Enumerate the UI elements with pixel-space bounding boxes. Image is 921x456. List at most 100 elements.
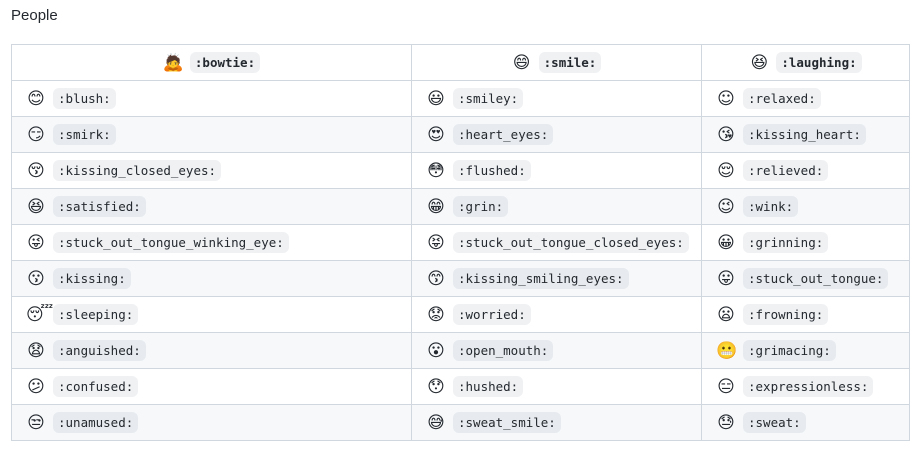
table-header-cell: 😆 :laughing: (701, 44, 910, 81)
emoji-icon: 😗 (27, 268, 45, 289)
table-row: 😊 :blush: 😃 :smiley: ☺ :relaxed: (11, 80, 910, 117)
table-cell: 😁:grin: (411, 188, 702, 225)
emoji-code: :sweat_smile: (453, 412, 561, 433)
emoji-code: :unamused: (53, 412, 139, 433)
table-cell: 😊 :blush: (11, 80, 412, 117)
table-header-cell: 😄 :smile: (411, 44, 702, 81)
emoji-code: :relieved: (743, 160, 829, 181)
emoji-code: :kissing_heart: (743, 124, 866, 145)
table-cell: 😚 :kissing_closed_eyes: (11, 152, 412, 189)
emoji-code: :smiley: (453, 88, 524, 109)
emoji-code: :kissing: (53, 268, 131, 289)
emoji-icon: 😟 (427, 304, 445, 325)
emoji-icon: 😮 (427, 340, 445, 361)
emoji-icon: 😏 (27, 124, 45, 145)
table-cell: 😒 :unamused: (11, 404, 412, 441)
table-row: 😏 :smirk: 😍 :heart_eyes: 😘 :kissing_heart: (11, 116, 910, 153)
table-cell: 😘 :kissing_heart: (701, 116, 910, 153)
table-cell: 😬:grimacing: (701, 332, 910, 369)
emoji-icon: 😊 (27, 88, 45, 109)
table-cell: 😉:wink: (701, 188, 910, 225)
table-cell: 😜 :stuck_out_tongue_winking_eye: (11, 224, 412, 261)
emoji-icon: 😦 (717, 304, 735, 325)
emoji-icon: 😳 (427, 160, 445, 181)
page-title: People (11, 7, 58, 24)
emoji-icon: 😉 (717, 196, 735, 217)
emoji-code: :bowtie: (189, 52, 261, 73)
emoji-icon: 😯 (427, 376, 445, 397)
table-cell: 😯 :hushed: (411, 368, 702, 405)
emoji-code: :confused: (53, 376, 139, 397)
table-row: 😒 :unamused: 😅 :sweat_smile: 😓 :sweat: (11, 404, 910, 441)
laughing-emoji-icon: 😆 (750, 52, 769, 73)
table-cell: 😟 :worried: (411, 296, 702, 333)
emoji-icon: 😘 (717, 124, 735, 145)
table-header-cell: 🙇 :bowtie: (11, 44, 412, 81)
emoji-icon: 😬 (716, 340, 738, 361)
table-cell: 😓 :sweat: (701, 404, 910, 441)
emoji-icon: 😛 (717, 268, 735, 289)
emoji-code: :stuck_out_tongue_closed_eyes: (453, 232, 689, 253)
table-cell: 😮 :open_mouth: (411, 332, 702, 369)
emoji-code: :blush: (53, 88, 116, 109)
emoji-code: :grinning: (743, 232, 829, 253)
emoji-icon: 😜 (27, 232, 45, 253)
emoji-code: :smile: (538, 52, 602, 73)
table-body: 😊 :blush: 😃 :smiley: ☺ :relaxed: 😏 :smirk: 😍 :hea… (11, 80, 910, 441)
table-cell: 😌 :relieved: (701, 152, 910, 189)
table-row: 😆 :satisfied: 😁:grin: 😉:wink: (11, 188, 910, 225)
emoji-icon: 😧 (27, 340, 45, 361)
emoji-code: :flushed: (453, 160, 531, 181)
table-cell: 😛 :stuck_out_tongue: (701, 260, 910, 297)
table-cell: 😧:anguished: (11, 332, 412, 369)
table-cell: 😃 :smiley: (411, 80, 702, 117)
emoji-icon: 😝 (427, 232, 445, 253)
emoji-code: :grimacing: (743, 340, 836, 361)
table-cell: 😦:frowning: (701, 296, 910, 333)
table-cell: 😙 :kissing_smiling_eyes: (411, 260, 702, 297)
emoji-code: :kissing_closed_eyes: (53, 160, 222, 181)
table-cell: 😀 :grinning: (701, 224, 910, 261)
emoji-icon: 😓 (717, 412, 735, 433)
emoji-icon: 😒 (27, 412, 45, 433)
emoji-code: :relaxed: (743, 88, 821, 109)
table-row: 😚 :kissing_closed_eyes: 😳 :flushed: 😌 :reliev… (11, 152, 910, 189)
emoji-icon: 😴 (26, 304, 54, 325)
bowtie-emoji-icon: 🙇 (162, 52, 185, 73)
emoji-code: :hushed: (453, 376, 524, 397)
emoji-icon: 😀 (717, 232, 735, 253)
emoji-table: 🙇 :bowtie: 😄 :smile: 😆 :laughing: 😊 :blus… (11, 44, 910, 441)
emoji-icon: 😍 (427, 124, 445, 145)
table-cell: 😍 :heart_eyes: (411, 116, 702, 153)
table-row: 😜 :stuck_out_tongue_winking_eye: 😝 :stuck_o… (11, 224, 910, 261)
table-cell: 😝 :stuck_out_tongue_closed_eyes: (411, 224, 702, 261)
smile-emoji-icon: 😄 (512, 52, 531, 73)
emoji-code: :kissing_smiling_eyes: (453, 268, 629, 289)
table-cell: 😗 :kissing: (11, 260, 412, 297)
emoji-icon: 😚 (27, 160, 45, 181)
emoji-code: :stuck_out_tongue: (743, 268, 889, 289)
emoji-code: :worried: (453, 304, 531, 325)
table-cell: 😳 :flushed: (411, 152, 702, 189)
emoji-icon: 😑 (717, 376, 735, 397)
table-cell: 😅 :sweat_smile: (411, 404, 702, 441)
emoji-code: :stuck_out_tongue_winking_eye: (53, 232, 289, 253)
emoji-icon: ☺ (717, 88, 735, 109)
emoji-code: :open_mouth: (453, 340, 554, 361)
emoji-icon: 😃 (427, 88, 445, 109)
table-cell: 😴:sleeping: (11, 296, 412, 333)
emoji-code: :sleeping: (53, 304, 139, 325)
table-row: 😗 :kissing: 😙 :kissing_smiling_eyes: 😛 :stuck… (11, 260, 910, 297)
emoji-icon: 😅 (427, 412, 445, 433)
emoji-icon: 😁 (427, 196, 445, 217)
emoji-icon: 😙 (427, 268, 445, 289)
emoji-icon: 😌 (717, 160, 735, 181)
emoji-code: :satisfied: (53, 196, 146, 217)
emoji-icon: 😆 (27, 196, 45, 217)
emoji-code: :smirk: (53, 124, 116, 145)
emoji-code: :heart_eyes: (453, 124, 554, 145)
emoji-code: :sweat: (743, 412, 806, 433)
table-cell: 😕:confused: (11, 368, 412, 405)
table-cell: 😆 :satisfied: (11, 188, 412, 225)
table-cell: 😑:expressionless: (701, 368, 910, 405)
